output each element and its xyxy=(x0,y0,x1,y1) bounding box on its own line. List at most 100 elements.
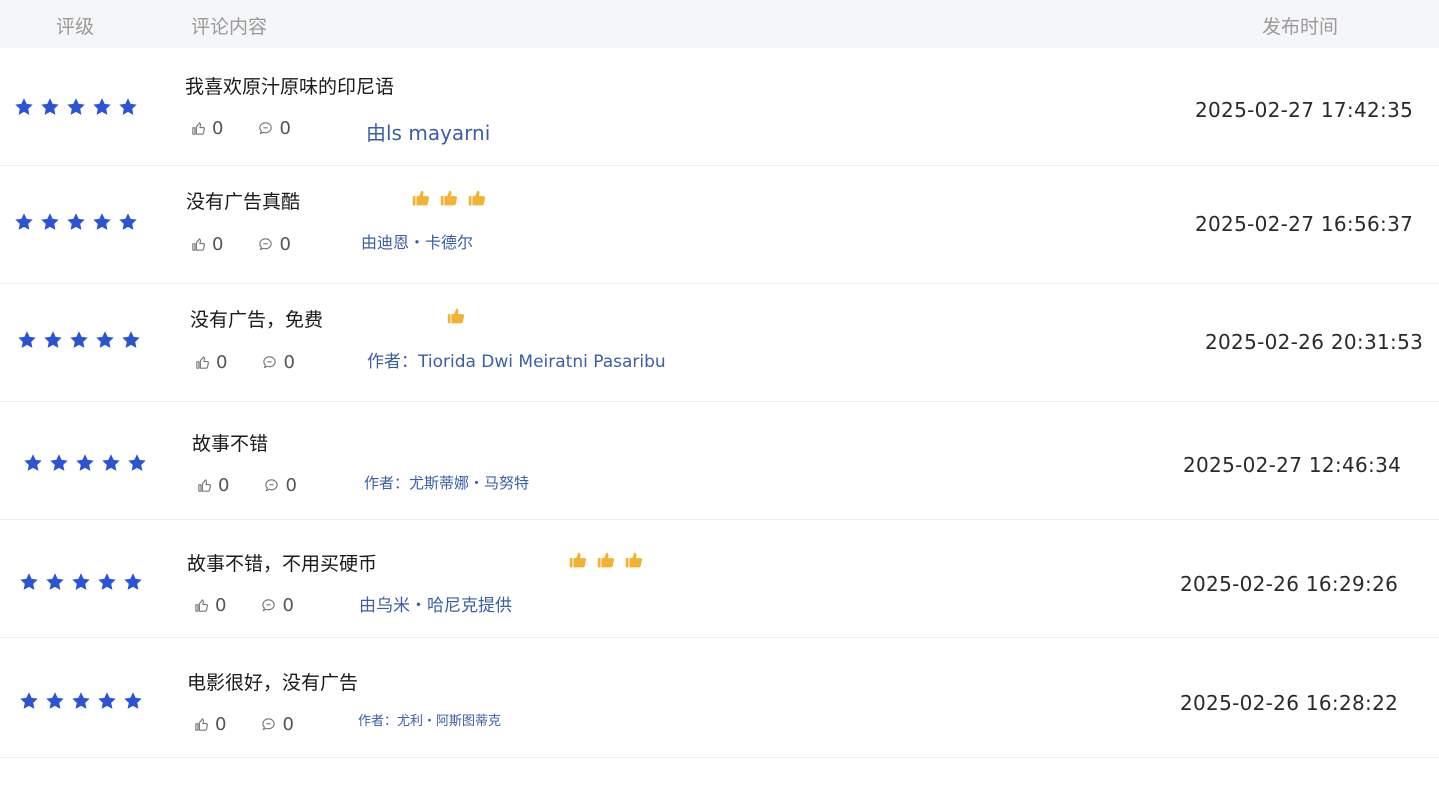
thumbs-up-emoji-icon xyxy=(569,552,587,568)
star-icon xyxy=(72,692,90,709)
comment-count: 0 xyxy=(279,118,291,139)
author-link[interactable]: 由ls mayarni xyxy=(366,117,490,146)
star-icon xyxy=(18,331,36,348)
publish-time: 2025-02-27 17:42:35 xyxy=(1195,98,1414,122)
comment-count: 0 xyxy=(285,475,297,496)
star-icon xyxy=(93,213,111,230)
review-text-container: 我喜欢原汁原味的印尼语 xyxy=(185,72,398,99)
like-button[interactable]: 0 xyxy=(190,234,223,255)
thumbs-up-icon xyxy=(198,479,211,492)
author-link[interactable]: 作者：Tiorida Dwi Meiratni Pasaribu xyxy=(367,347,666,372)
comment-icon xyxy=(259,122,273,135)
star-rating xyxy=(18,690,144,712)
star-icon xyxy=(46,692,64,709)
comment-icon xyxy=(265,479,279,492)
review-text: 故事不错 xyxy=(192,433,269,455)
review-meta: 0 0 xyxy=(190,118,325,139)
star-icon xyxy=(98,692,116,709)
publish-time: 2025-02-26 16:28:22 xyxy=(1180,691,1399,715)
like-count: 0 xyxy=(212,118,224,139)
comment-button[interactable]: 0 xyxy=(261,352,295,373)
thumbs-up-icon xyxy=(192,122,205,135)
star-icon xyxy=(20,573,38,590)
star-icon xyxy=(119,98,137,115)
like-count: 0 xyxy=(212,234,224,255)
star-icon xyxy=(119,213,137,230)
comment-button[interactable]: 0 xyxy=(263,475,297,496)
thumbs-up-emoji-icon xyxy=(468,190,486,206)
comment-button[interactable]: 0 xyxy=(257,234,291,255)
review-text-container: 没有广告真酷 xyxy=(186,187,488,214)
author-link[interactable]: 由乌米・哈尼克提供 xyxy=(359,591,512,616)
like-button[interactable]: 0 xyxy=(196,475,229,496)
review-row: 没有广告真酷 0 0 由迪恩・卡德尔 2025-02-27 16:56:37 xyxy=(0,166,1439,284)
review-text: 我喜欢原汁原味的印尼语 xyxy=(185,76,395,98)
header-content: 评论内容 xyxy=(191,16,268,38)
star-icon xyxy=(93,98,111,115)
like-button[interactable]: 0 xyxy=(190,118,223,139)
thumbs-up-emoji-group xyxy=(439,305,467,332)
like-count: 0 xyxy=(216,352,228,373)
thumbs-up-emoji-icon xyxy=(447,308,465,324)
star-icon xyxy=(76,454,94,471)
like-count: 0 xyxy=(215,714,227,735)
comment-count: 0 xyxy=(282,714,294,735)
star-icon xyxy=(20,692,38,709)
star-icon xyxy=(124,573,142,590)
comment-icon xyxy=(259,238,273,251)
comment-button[interactable]: 0 xyxy=(257,118,291,139)
like-count: 0 xyxy=(215,595,227,616)
star-rating xyxy=(13,211,139,233)
review-text-container: 电影很好，没有广告 xyxy=(187,668,362,695)
comment-icon xyxy=(262,718,276,731)
publish-time: 2025-02-26 16:29:26 xyxy=(1180,572,1399,596)
star-icon xyxy=(44,331,62,348)
comment-icon xyxy=(263,356,277,369)
review-text: 故事不错，不用买硬币 xyxy=(187,553,378,575)
star-rating xyxy=(13,96,139,118)
like-button[interactable]: 0 xyxy=(193,595,226,616)
star-icon xyxy=(96,331,114,348)
star-icon xyxy=(98,573,116,590)
star-icon xyxy=(122,331,140,348)
star-icon xyxy=(46,573,64,590)
publish-time: 2025-02-26 20:31:53 xyxy=(1205,330,1424,354)
like-count: 0 xyxy=(218,475,230,496)
star-icon xyxy=(15,213,33,230)
comment-button[interactable]: 0 xyxy=(260,714,294,735)
star-icon xyxy=(41,98,59,115)
comment-icon xyxy=(262,599,276,612)
star-rating xyxy=(16,329,142,351)
author-link[interactable]: 由迪恩・卡德尔 xyxy=(361,229,473,253)
review-row: 故事不错 0 0 作者：尤斯蒂娜・马努特 2025-02-27 12:46:34 xyxy=(0,402,1439,520)
author-link[interactable]: 作者：尤斯蒂娜・马努特 xyxy=(364,472,529,493)
author-link[interactable]: 作者：尤利・阿斯图蒂克 xyxy=(358,710,501,729)
thumbs-up-emoji-icon xyxy=(412,190,430,206)
like-button[interactable]: 0 xyxy=(193,714,226,735)
review-row: 故事不错，不用买硬币 0 0 由乌米・哈尼克提供 2025-02-26 16:2… xyxy=(0,520,1439,638)
header-time: 发布时间 xyxy=(1262,16,1339,38)
thumbs-up-emoji-group xyxy=(404,187,488,214)
like-button[interactable]: 0 xyxy=(194,352,227,373)
star-icon xyxy=(128,454,146,471)
review-meta: 0 0 xyxy=(190,234,325,255)
review-text-container: 故事不错，不用买硬币 xyxy=(187,549,645,576)
star-icon xyxy=(124,692,142,709)
comment-count: 0 xyxy=(283,352,295,373)
star-rating xyxy=(22,452,148,474)
star-icon xyxy=(72,573,90,590)
review-text-container: 没有广告，免费 xyxy=(190,305,467,332)
review-text: 电影很好，没有广告 xyxy=(187,672,359,694)
star-icon xyxy=(41,213,59,230)
star-icon xyxy=(70,331,88,348)
comment-count: 0 xyxy=(279,234,291,255)
review-row: 我喜欢原汁原味的印尼语 0 0 由ls mayarni 2025-02-27 1… xyxy=(0,48,1439,166)
header-rating: 评级 xyxy=(56,16,95,38)
comment-button[interactable]: 0 xyxy=(260,595,294,616)
star-rating xyxy=(18,571,144,593)
star-icon xyxy=(67,213,85,230)
review-meta: 0 0 xyxy=(196,475,331,496)
review-meta: 0 0 xyxy=(193,714,328,735)
review-row: 电影很好，没有广告 0 0 作者：尤利・阿斯图蒂克 2025-02-26 16:… xyxy=(0,640,1439,758)
publish-time: 2025-02-27 12:46:34 xyxy=(1183,453,1402,477)
